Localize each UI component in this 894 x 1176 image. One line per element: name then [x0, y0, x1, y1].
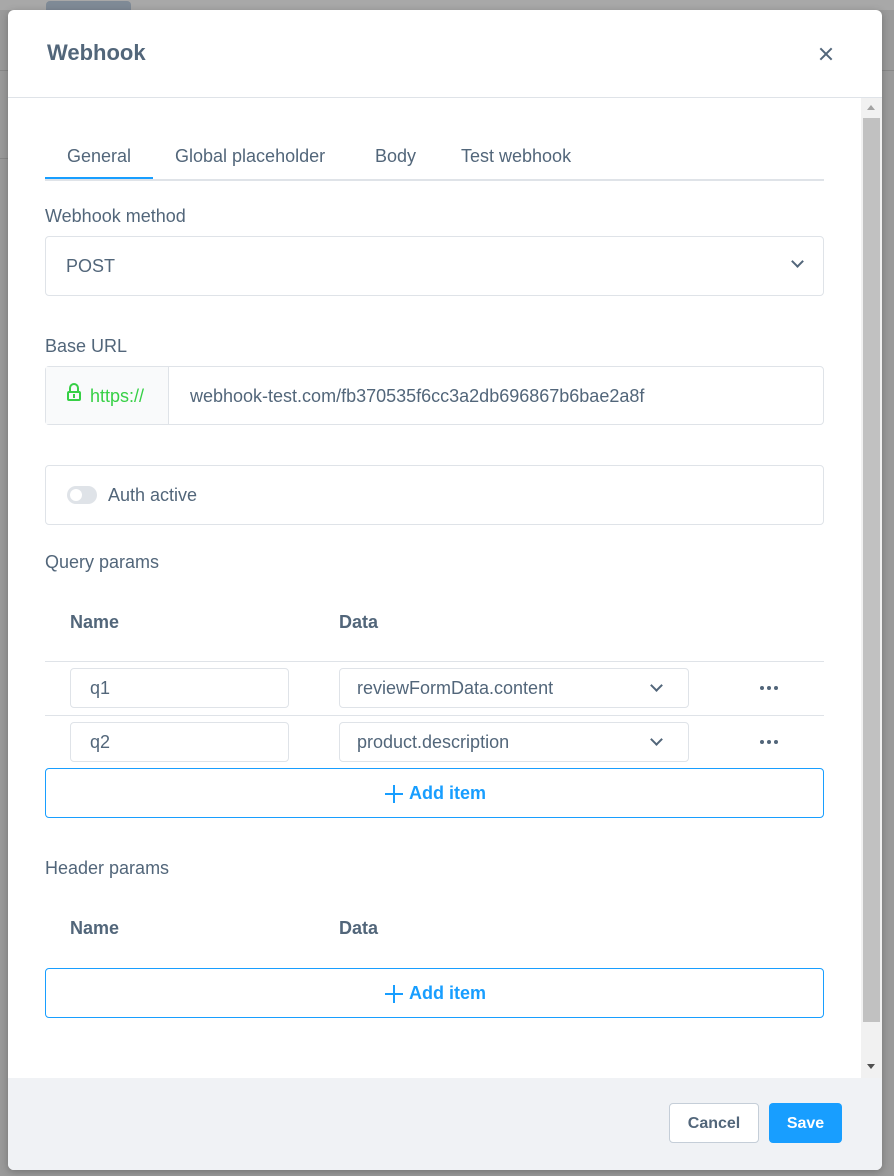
modal-footer: Cancel Save: [8, 1078, 882, 1170]
backdrop-divider: [882, 70, 894, 71]
plus-icon: [385, 985, 403, 1003]
tab-general[interactable]: General: [67, 146, 131, 167]
auth-section: Auth active: [45, 465, 824, 525]
param-name-input[interactable]: q1: [70, 668, 289, 708]
tab-body[interactable]: Body: [375, 146, 416, 167]
tab-global-placeholder[interactable]: Global placeholder: [175, 146, 325, 167]
lock-icon: [67, 383, 81, 401]
tab-test-webhook[interactable]: Test webhook: [461, 146, 571, 167]
backdrop-divider: [0, 70, 8, 71]
param-data-value: reviewFormData.content: [357, 678, 554, 698]
auth-label: Auth active: [108, 485, 198, 505]
query-col-data: Data: [339, 612, 379, 632]
header-col-name: Name: [70, 918, 120, 938]
param-name-value: q1: [90, 678, 111, 698]
modal-header: Webhook: [8, 10, 882, 98]
base-url-label: Base URL: [45, 336, 128, 356]
backdrop-divider: [0, 158, 8, 159]
backdrop-strip: [0, 0, 894, 10]
scroll-down-icon[interactable]: [867, 1064, 875, 1069]
chevron-down-icon: [791, 255, 804, 268]
save-button[interactable]: Save: [769, 1103, 842, 1143]
url-protocol-addon: https://: [46, 367, 169, 424]
scrollbar-thumb[interactable]: [863, 118, 880, 1022]
query-col-name: Name: [70, 612, 120, 632]
param-data-select[interactable]: product.description: [339, 722, 689, 762]
chevron-down-icon: [650, 733, 663, 746]
add-query-param-button[interactable]: Add item: [45, 768, 824, 818]
add-header-param-button[interactable]: Add item: [45, 968, 824, 1018]
cancel-button[interactable]: Cancel: [669, 1103, 759, 1143]
backdrop-tab: [46, 1, 131, 10]
webhook-method-value: POST: [66, 256, 116, 276]
add-item-label: Add item: [409, 983, 487, 1003]
auth-toggle[interactable]: [67, 486, 97, 504]
header-params-title: Header params: [45, 858, 170, 878]
base-url-input[interactable]: webhook-test.com/fb370535f6cc3a2db696867…: [190, 386, 644, 407]
chevron-down-icon: [650, 679, 663, 692]
table-row: q1 reviewFormData.content: [45, 661, 824, 715]
add-item-label: Add item: [409, 783, 487, 803]
url-protocol: https://: [90, 386, 145, 406]
param-data-value: product.description: [357, 732, 510, 752]
base-url-field: https:// webhook-test.com/fb370535f6cc3a…: [45, 366, 824, 425]
webhook-method-label: Webhook method: [45, 206, 186, 226]
modal-body: General Global placeholder Body Test web…: [8, 98, 882, 1078]
header-col-data: Data: [339, 918, 379, 938]
scroll-up-icon[interactable]: [867, 105, 875, 110]
scrollbar[interactable]: [861, 98, 882, 1078]
webhook-modal: Webhook General Global placeholder Body …: [8, 10, 882, 1170]
webhook-method-select[interactable]: POST: [45, 236, 824, 296]
query-params-title: Query params: [45, 552, 160, 572]
save-label: Save: [786, 1115, 825, 1132]
more-icon[interactable]: [760, 740, 778, 744]
toggle-knob: [70, 489, 82, 501]
param-data-select[interactable]: reviewFormData.content: [339, 668, 689, 708]
active-tab-indicator: [45, 177, 153, 179]
cancel-label: Cancel: [687, 1115, 741, 1132]
modal-title: Webhook: [47, 40, 146, 65]
more-icon[interactable]: [760, 686, 778, 690]
close-icon[interactable]: [814, 42, 838, 66]
param-name-input[interactable]: q2: [70, 722, 289, 762]
tab-bar: General Global placeholder Body Test web…: [45, 128, 824, 181]
table-row: q2 product.description: [45, 715, 824, 769]
param-name-value: q2: [90, 732, 111, 752]
plus-icon: [385, 785, 403, 803]
